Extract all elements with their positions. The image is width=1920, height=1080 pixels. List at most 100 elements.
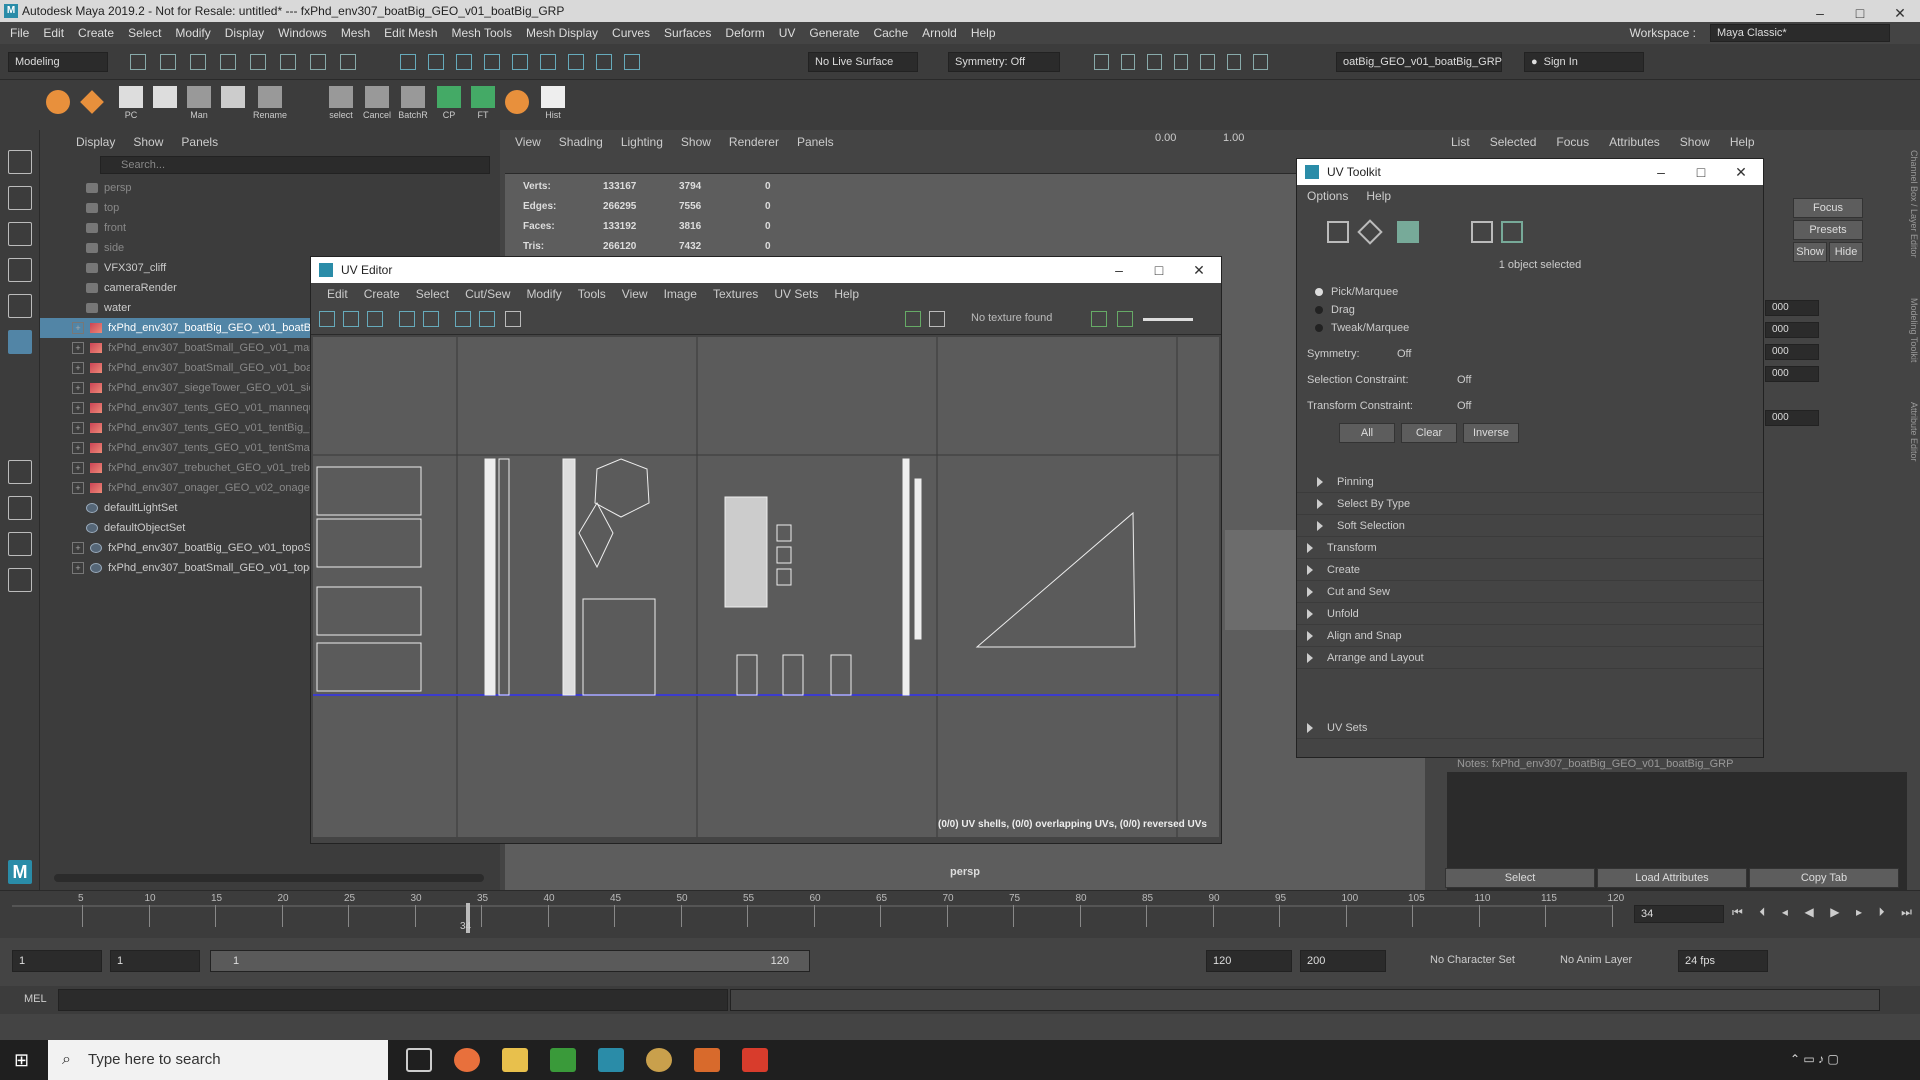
exposure-field[interactable]: 0.00 <box>1155 132 1176 144</box>
anim-layer-select[interactable]: No Anim Layer <box>1560 954 1632 966</box>
menu-deform[interactable]: Deform <box>725 26 764 40</box>
viewport-menu-renderer[interactable]: Renderer <box>729 135 779 149</box>
uv-mode-icon[interactable] <box>1471 221 1493 243</box>
uv-menu-textures[interactable]: Textures <box>713 287 758 301</box>
app-icon[interactable] <box>646 1048 672 1072</box>
edge-mode-icon[interactable] <box>1357 219 1383 245</box>
selection-constraint-row[interactable]: Selection Constraint: Off <box>1297 367 1763 393</box>
outliner-item[interactable]: persp <box>40 178 500 198</box>
uvt-menu-help[interactable]: Help <box>1366 189 1391 203</box>
layout-four-icon[interactable] <box>8 496 32 520</box>
orange-sphere-icon[interactable] <box>505 90 529 114</box>
playback-start-field[interactable]: 1 <box>110 950 200 972</box>
uv-shell-mode-icon[interactable] <box>1501 221 1523 243</box>
undo-icon[interactable] <box>220 54 236 70</box>
app-icon[interactable] <box>550 1048 576 1072</box>
load-attributes-button[interactable]: Load Attributes <box>1597 868 1747 888</box>
section-unfold[interactable]: Unfold <box>1297 603 1763 625</box>
vertex-mode-icon[interactable] <box>1327 221 1349 243</box>
attr-field[interactable]: 000 <box>1765 366 1819 382</box>
select-all-button[interactable]: All <box>1339 423 1395 443</box>
viewport-menu-view[interactable]: View <box>515 135 541 149</box>
character-set-select[interactable]: No Character Set <box>1430 954 1515 966</box>
uv-canvas[interactable] <box>313 337 1219 837</box>
section-cut-and-sew[interactable]: Cut and Sew <box>1297 581 1763 603</box>
uv-menu-edit[interactable]: Edit <box>327 287 348 301</box>
viewport-menu-shading[interactable]: Shading <box>559 135 603 149</box>
menu-help[interactable]: Help <box>971 26 996 40</box>
menu-edit[interactable]: Edit <box>43 26 64 40</box>
uvt-menu-options[interactable]: Options <box>1307 189 1348 203</box>
section-pinning[interactable]: Pinning <box>1297 471 1763 493</box>
expand-icon[interactable]: + <box>72 562 84 574</box>
step-back-icon[interactable]: ◂ <box>1782 905 1788 923</box>
outliner-menu-display[interactable]: Display <box>76 135 115 149</box>
outliner-menu-panels[interactable]: Panels <box>181 135 218 149</box>
save-scene-icon[interactable] <box>190 54 206 70</box>
menu-mesh[interactable]: Mesh <box>341 26 370 40</box>
playback-end-field[interactable]: 120 <box>1206 950 1292 972</box>
app-icon[interactable] <box>742 1048 768 1072</box>
start-time-field[interactable]: 1 <box>12 950 102 972</box>
layout-single-icon[interactable] <box>8 460 32 484</box>
file-explorer-icon[interactable] <box>502 1048 528 1072</box>
presets-button[interactable]: Presets <box>1793 220 1863 240</box>
uv-menu-select[interactable]: Select <box>416 287 449 301</box>
menu-windows[interactable]: Windows <box>278 26 327 40</box>
hypershade-icon[interactable] <box>1173 54 1189 70</box>
outliner-search-input[interactable]: Search... <box>100 156 490 174</box>
lasso-tool-icon[interactable] <box>8 186 32 210</box>
maya-taskbar-icon[interactable] <box>598 1048 624 1072</box>
select-tool-icon[interactable] <box>8 150 32 174</box>
expand-icon[interactable]: + <box>72 402 84 414</box>
ipr-render-icon[interactable] <box>1120 54 1136 70</box>
windows-start-icon[interactable]: ⊞ <box>14 1050 29 1071</box>
menu-edit-mesh[interactable]: Edit Mesh <box>384 26 437 40</box>
workspace-select[interactable]: Maya Classic* <box>1710 24 1890 42</box>
sign-in-button[interactable]: ● Sign In <box>1524 52 1644 72</box>
expand-icon[interactable]: + <box>72 422 84 434</box>
snap-point-icon[interactable] <box>456 54 472 70</box>
focus-button[interactable]: Focus <box>1793 198 1863 218</box>
section-align-and-snap[interactable]: Align and Snap <box>1297 625 1763 647</box>
layout-two-icon[interactable] <box>8 532 32 556</box>
section-soft-selection[interactable]: Soft Selection <box>1297 515 1763 537</box>
go-to-end-icon[interactable]: ⏭ <box>1901 905 1912 923</box>
image-display-icon[interactable] <box>905 311 921 327</box>
outliner-item[interactable]: top <box>40 198 500 218</box>
gamma-field[interactable]: 1.00 <box>1223 132 1244 144</box>
snap-curve-icon[interactable] <box>428 54 444 70</box>
section-arrange-and-layout[interactable]: Arrange and Layout <box>1297 647 1763 669</box>
viewport-menu-lighting[interactable]: Lighting <box>621 135 663 149</box>
shelf-cp-button[interactable]: CP <box>434 86 464 120</box>
attr-field[interactable]: 000 <box>1765 322 1819 338</box>
expand-icon[interactable]: + <box>72 322 84 334</box>
shelf-checker-button[interactable] <box>150 86 180 108</box>
section-select-by-type[interactable]: Select By Type <box>1297 493 1763 515</box>
menu-mesh-display[interactable]: Mesh Display <box>526 26 598 40</box>
uv-editor-minimize-button[interactable]: – <box>1099 257 1139 283</box>
play-forward-icon[interactable]: ▶ <box>1830 905 1839 923</box>
menu-modify[interactable]: Modify <box>175 26 210 40</box>
outliner-menu-show[interactable]: Show <box>133 135 163 149</box>
snap-view-icon[interactable] <box>484 54 500 70</box>
expand-icon[interactable]: + <box>72 462 84 474</box>
uv-menu-modify[interactable]: Modify <box>526 287 561 301</box>
viewport-menu-panels[interactable]: Panels <box>797 135 834 149</box>
select-button[interactable]: Select <box>1445 868 1595 888</box>
uv-menu-view[interactable]: View <box>622 287 648 301</box>
uv-toolkit-close-button[interactable]: ✕ <box>1721 159 1761 185</box>
uv-toolbar-icon[interactable] <box>343 311 359 327</box>
paint-select-icon[interactable] <box>8 222 32 246</box>
expand-icon[interactable]: + <box>72 382 84 394</box>
pause-icon[interactable] <box>1253 54 1269 70</box>
outliner-item[interactable]: side <box>40 238 500 258</box>
uv-toolkit-minimize-button[interactable]: – <box>1641 159 1681 185</box>
face-mode-icon[interactable] <box>1397 221 1419 243</box>
menu-display[interactable]: Display <box>225 26 264 40</box>
attr-menu-focus[interactable]: Focus <box>1556 135 1589 149</box>
expand-icon[interactable]: + <box>72 342 84 354</box>
uv-toolbar-icon[interactable] <box>479 311 495 327</box>
uv-toolbar-icon[interactable] <box>399 311 415 327</box>
shelf-man-button[interactable]: Man <box>184 86 214 120</box>
